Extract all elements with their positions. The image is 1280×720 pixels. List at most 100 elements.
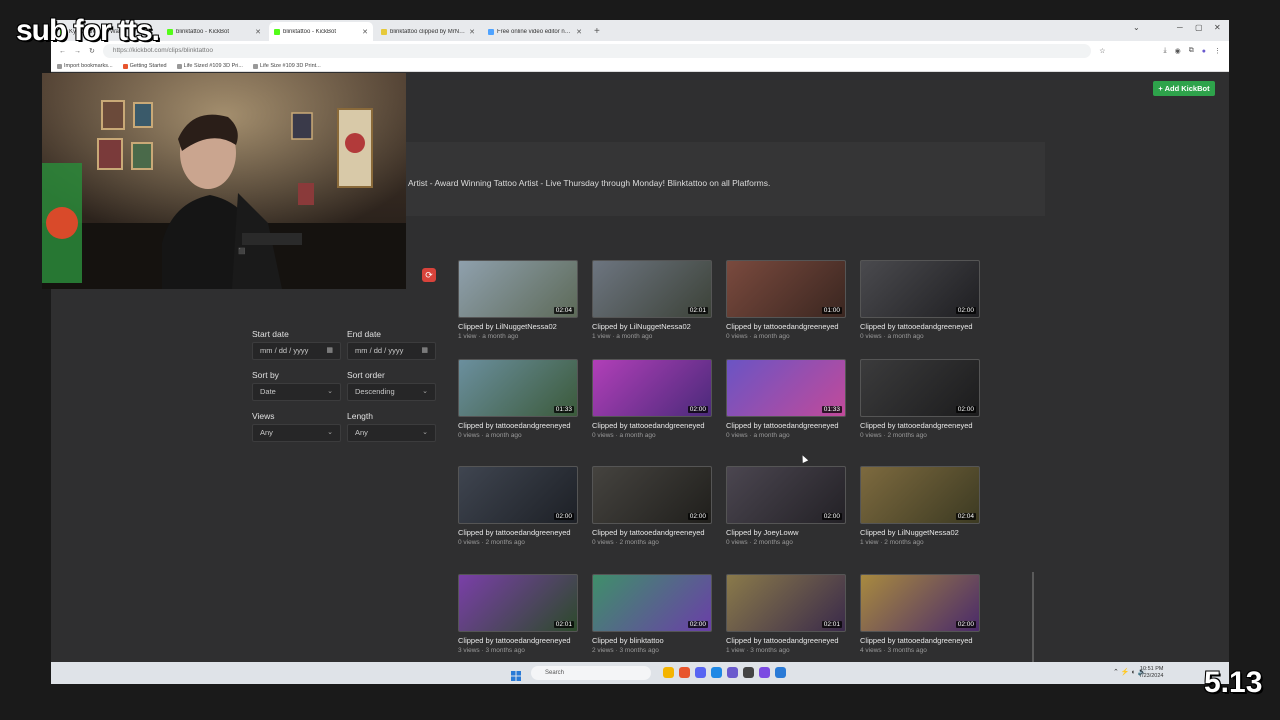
extensions-icon[interactable]: ⧉	[1189, 47, 1194, 55]
sort-order-select[interactable]: Descending ⌄	[347, 383, 436, 401]
clip-clipped-by[interactable]: Clipped by blinktattoo	[592, 636, 712, 645]
clip-card[interactable]: 02:00 Clipped by tattooedandgreeneyed 0 vi…	[592, 466, 712, 546]
clip-card[interactable]: 01:33 Clipped by tattooedandgreeneyed 0 vi…	[726, 359, 846, 439]
browser-tab[interactable]: Free online video editor no wat ✕	[483, 22, 587, 41]
clip-clipped-by[interactable]: Clipped by tattooedandgreeneyed	[458, 528, 578, 537]
clip-clipped-by[interactable]: Clipped by tattooedandgreeneyed	[726, 636, 846, 645]
menu-icon[interactable]: ⋮	[1214, 47, 1221, 55]
clip-card[interactable]: 02:04 Clipped by LilNuggetNessa02 1 view ·…	[458, 260, 578, 340]
app-icon[interactable]	[727, 667, 738, 678]
app-icon[interactable]	[759, 667, 770, 678]
clip-thumbnail[interactable]: 02:00	[592, 466, 712, 524]
clip-clipped-by[interactable]: Clipped by tattooedandgreeneyed	[860, 636, 980, 645]
clip-clipped-by[interactable]: Clipped by tattooedandgreeneyed	[592, 528, 712, 537]
url-input[interactable]: https://kickbot.com/clips/blinktattoo	[102, 44, 1092, 58]
clip-thumbnail[interactable]: 02:01	[458, 574, 578, 632]
browser-tab[interactable]: blinktattoo clipped by MrNedF ✕	[376, 22, 480, 41]
forward-icon[interactable]: →	[74, 48, 81, 55]
close-icon[interactable]: ✕	[469, 28, 475, 36]
download-icon[interactable]: ⤓	[1164, 47, 1167, 55]
clip-card[interactable]: 02:01 Clipped by tattooedandgreeneyed 3 vi…	[458, 574, 578, 654]
back-icon[interactable]: ←	[59, 48, 66, 55]
clip-thumbnail[interactable]: 02:00	[860, 574, 980, 632]
start-date-input[interactable]: mm / dd / yyyy ▦	[252, 342, 341, 360]
clip-thumbnail[interactable]: 02:00	[592, 574, 712, 632]
clip-thumbnail[interactable]: 02:00	[860, 359, 980, 417]
bookmark-star-icon[interactable]: ☆	[1099, 47, 1105, 55]
close-window-icon[interactable]: ✕	[1214, 23, 1221, 32]
clip-thumbnail[interactable]: 02:01	[592, 260, 712, 318]
close-icon[interactable]: ✕	[255, 28, 261, 36]
windows-start-icon[interactable]	[511, 668, 521, 681]
length-select[interactable]: Any ⌄	[347, 424, 436, 442]
clip-card[interactable]: 02:00 Clipped by tattooedandgreeneyed 0 vi…	[860, 359, 980, 439]
clip-clipped-by[interactable]: Clipped by tattooedandgreeneyed	[458, 421, 578, 430]
clip-card[interactable]: 02:04 Clipped by LilNuggetNessa02 1 view ·…	[860, 466, 980, 546]
clip-thumbnail[interactable]: 02:00	[860, 260, 980, 318]
profile-icon[interactable]: ◉	[1175, 47, 1181, 55]
chevron-down-icon: ⌄	[422, 429, 428, 436]
clip-card[interactable]: 02:01 Clipped by tattooedandgreeneyed 1 vi…	[726, 574, 846, 654]
browser-tab-active[interactable]: blinktattoo - KickBot ✕	[269, 22, 373, 41]
close-icon[interactable]: ✕	[362, 28, 368, 36]
clip-thumbnail[interactable]: 01:00	[726, 260, 846, 318]
avatar[interactable]: ●	[1202, 48, 1206, 55]
clip-clipped-by[interactable]: Clipped by tattooedandgreeneyed	[592, 421, 712, 430]
clip-card[interactable]: 01:33 Clipped by tattooedandgreeneyed 0 vi…	[458, 359, 578, 439]
taskbar-search-input[interactable]: Search	[531, 666, 651, 680]
clip-thumbnail[interactable]: 01:33	[726, 359, 846, 417]
version-overlay-text: 5.13	[1204, 666, 1263, 699]
app-icon[interactable]	[743, 667, 754, 678]
clip-clipped-by[interactable]: Clipped by tattooedandgreeneyed	[458, 636, 578, 645]
clip-thumbnail[interactable]: 01:33	[458, 359, 578, 417]
clip-clipped-by[interactable]: Clipped by LilNuggetNessa02	[458, 322, 578, 331]
clip-thumbnail[interactable]: 02:04	[860, 466, 980, 524]
new-tab-button[interactable]: +	[594, 22, 600, 41]
taskbar-clock[interactable]: 10:51 PM 7/23/2024	[1139, 666, 1163, 680]
clip-thumbnail[interactable]: 02:00	[458, 466, 578, 524]
refresh-button[interactable]: ⟳	[422, 268, 436, 282]
scrollbar[interactable]	[1032, 572, 1034, 662]
clip-card[interactable]: 01:00 Clipped by tattooedandgreeneyed 0 vi…	[726, 260, 846, 340]
clip-thumbnail[interactable]: 02:04	[458, 260, 578, 318]
clip-card[interactable]: 02:00 Clipped by tattooedandgreeneyed 0 vi…	[458, 466, 578, 546]
clip-card[interactable]: 02:00 Clipped by JoeyLoww 0 views · 2 mont…	[726, 466, 846, 546]
clip-card[interactable]: 02:00 Clipped by blinktattoo 2 views · 3 m…	[592, 574, 712, 654]
clip-duration: 02:01	[687, 307, 708, 314]
clip-clipped-by[interactable]: Clipped by tattooedandgreeneyed	[726, 421, 846, 430]
add-kickbot-button[interactable]: + Add KickBot	[1153, 81, 1215, 96]
maximize-icon[interactable]: ▢	[1195, 23, 1203, 32]
clip-clipped-by[interactable]: Clipped by JoeyLoww	[726, 528, 846, 537]
clip-clipped-by[interactable]: Clipped by LilNuggetNessa02	[860, 528, 980, 537]
clip-card[interactable]: 02:01 Clipped by LilNuggetNessa02 1 view ·…	[592, 260, 712, 340]
clip-thumbnail[interactable]: 02:00	[592, 359, 712, 417]
views-select[interactable]: Any ⌄	[252, 424, 341, 442]
bookmark-item[interactable]: Import bookmarks...	[57, 63, 113, 69]
firefox-icon[interactable]	[679, 667, 690, 678]
end-date-input[interactable]: mm / dd / yyyy ▦	[347, 342, 436, 360]
bookmark-item[interactable]: Getting Started	[122, 63, 167, 69]
close-icon[interactable]: ✕	[576, 28, 582, 36]
clip-clipped-by[interactable]: Clipped by tattooedandgreeneyed	[726, 322, 846, 331]
clip-card[interactable]: 02:00 Clipped by tattooedandgreeneyed 4 vi…	[860, 574, 980, 654]
app-icon[interactable]	[711, 667, 722, 678]
bookmark-item[interactable]: Life Sized #109 3D Pri...	[176, 63, 243, 69]
reload-icon[interactable]: ↻	[89, 47, 95, 55]
clip-clipped-by[interactable]: Clipped by tattooedandgreeneyed	[860, 421, 980, 430]
app-icon[interactable]	[775, 667, 786, 678]
start-date-placeholder: mm / dd / yyyy	[260, 346, 309, 355]
kickbot-favicon-icon	[167, 28, 173, 35]
browser-tab[interactable]: blinktattoo - KickBot ✕	[162, 22, 266, 41]
bookmark-item[interactable]: Life Size #109 3D Print...	[252, 63, 321, 69]
tab-search-icon[interactable]: ⌄	[1133, 23, 1140, 32]
clip-card[interactable]: 02:00 Clipped by tattooedandgreeneyed 0 vi…	[592, 359, 712, 439]
minimize-icon[interactable]: ─	[1177, 23, 1183, 32]
clip-clipped-by[interactable]: Clipped by tattooedandgreeneyed	[860, 322, 980, 331]
clip-thumbnail[interactable]: 02:01	[726, 574, 846, 632]
clip-card[interactable]: 02:00 Clipped by tattooedandgreeneyed 0 vi…	[860, 260, 980, 340]
file-explorer-icon[interactable]	[663, 667, 674, 678]
discord-icon[interactable]	[695, 667, 706, 678]
clip-thumbnail[interactable]: 02:00	[726, 466, 846, 524]
sort-by-select[interactable]: Date ⌄	[252, 383, 341, 401]
clip-clipped-by[interactable]: Clipped by LilNuggetNessa02	[592, 322, 712, 331]
